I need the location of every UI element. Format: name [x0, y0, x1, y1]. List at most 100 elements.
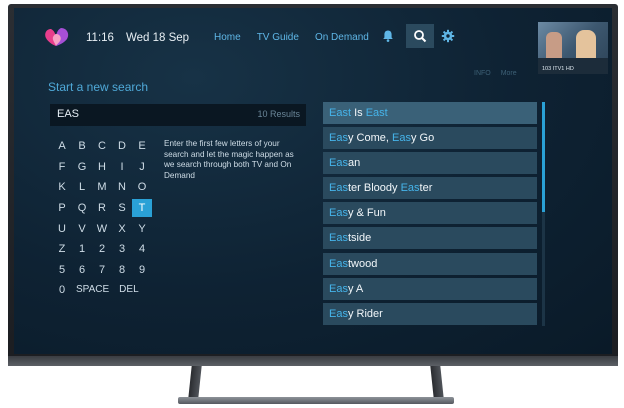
result-text: y & Fun	[347, 207, 386, 220]
key-1[interactable]: 1	[72, 240, 92, 258]
key-3[interactable]: 3	[112, 240, 132, 258]
key-q[interactable]: Q	[72, 199, 92, 217]
info-label[interactable]: INFO	[474, 70, 491, 77]
live-tv-preview[interactable]: 103 ITV1 HD	[538, 22, 608, 74]
key-a[interactable]: A	[52, 137, 72, 155]
scroll-thumb[interactable]	[542, 102, 545, 212]
result-item[interactable]: Easy & Fun	[323, 202, 537, 225]
key-i[interactable]: I	[112, 158, 132, 176]
preview-presenter-left	[546, 32, 562, 60]
stand-leg-right	[430, 366, 444, 398]
result-match-text: Eas	[391, 132, 411, 145]
result-text: y Come,	[347, 132, 392, 145]
key-x[interactable]: X	[112, 220, 132, 238]
result-item[interactable]: Easter Bloody Easter	[323, 177, 537, 200]
result-item[interactable]: Easy A	[323, 277, 537, 300]
tv-chin	[8, 356, 618, 366]
preview-channel-label: 103 ITV1 HD	[542, 66, 574, 72]
key-8[interactable]: 8	[112, 261, 132, 279]
result-match-text: Eas	[329, 132, 348, 145]
preview-presenter-right	[576, 30, 596, 60]
key-d[interactable]: D	[112, 137, 132, 155]
result-text: y A	[347, 282, 364, 295]
search-icon	[414, 30, 427, 43]
key-c[interactable]: C	[92, 137, 112, 155]
key-y[interactable]: Y	[132, 220, 152, 238]
result-match-text: East	[365, 107, 388, 119]
search-input[interactable]: EAS 10 Results	[50, 104, 306, 126]
key-0[interactable]: 0	[52, 281, 72, 299]
result-text: ter	[419, 182, 433, 195]
key-u[interactable]: U	[52, 220, 72, 238]
nav-home[interactable]: Home	[214, 32, 241, 43]
key-z[interactable]: Z	[52, 240, 72, 258]
key-del[interactable]: DEL	[115, 281, 144, 299]
result-item[interactable]: Easan	[323, 152, 537, 175]
nav-tv-guide[interactable]: TV Guide	[257, 32, 299, 43]
result-text: y Rider	[347, 307, 383, 320]
key-9[interactable]: 9	[132, 261, 152, 279]
key-v[interactable]: V	[72, 220, 92, 238]
key-l[interactable]: L	[72, 178, 92, 196]
result-match-text: Eas	[400, 182, 420, 195]
on-screen-keyboard: A B C D E F G H I J K L M N O P Q R S T U V W X Y Z 1 2 3 4 5 6 7 8 9 0 SPAC…	[52, 136, 182, 301]
keyboard-row: KLMNO	[52, 177, 182, 198]
key-6[interactable]: 6	[72, 261, 92, 279]
result-match-text: Eas	[329, 257, 348, 270]
key-o[interactable]: O	[132, 178, 152, 196]
key-p[interactable]: P	[52, 199, 72, 217]
key-h[interactable]: H	[92, 158, 112, 176]
key-space[interactable]: SPACE	[72, 281, 115, 299]
result-item[interactable]: Eastside	[323, 227, 537, 250]
result-item[interactable]: Easy Rider	[323, 302, 537, 325]
stand-base	[178, 397, 454, 404]
more-label[interactable]: More	[501, 70, 517, 77]
result-match-text: East	[329, 107, 352, 119]
key-n[interactable]: N	[112, 178, 132, 196]
search-title: Start a new search	[48, 80, 149, 94]
result-text: y Go	[410, 132, 435, 145]
key-g[interactable]: G	[72, 158, 92, 176]
keyboard-row: UVWXY	[52, 218, 182, 239]
result-match-text: Eas	[329, 307, 348, 320]
key-t[interactable]: T	[132, 199, 152, 218]
result-text: twood	[347, 257, 378, 270]
key-j[interactable]: J	[132, 158, 152, 176]
search-query: EAS	[57, 108, 80, 120]
result-text: Is	[351, 107, 366, 119]
search-hint: Enter the first few letters of your sear…	[164, 139, 294, 180]
key-s[interactable]: S	[112, 199, 132, 217]
key-4[interactable]: 4	[132, 240, 152, 258]
key-r[interactable]: R	[92, 199, 112, 217]
results-list: East Is East Easy Come, Easy Go Easan Easte…	[323, 102, 537, 328]
result-match-text: Eas	[329, 182, 348, 195]
key-k[interactable]: K	[52, 178, 72, 196]
nav-on-demand[interactable]: On Demand	[315, 32, 369, 43]
result-match-text: Eas	[329, 282, 348, 295]
key-e[interactable]: E	[132, 137, 152, 155]
top-bar: 11:16 Wed 18 Sep Home TV Guide On Demand	[14, 8, 612, 62]
result-item[interactable]: Easy Come, Easy Go	[323, 127, 537, 150]
result-item[interactable]: East Is East	[323, 102, 537, 124]
keyboard-row: Z1234	[52, 239, 182, 260]
main-nav: Home TV Guide On Demand	[214, 32, 385, 43]
key-w[interactable]: W	[92, 220, 112, 238]
brand-logo-icon	[45, 28, 69, 46]
keyboard-row: 56789	[52, 260, 182, 281]
result-text: tside	[347, 232, 372, 245]
key-7[interactable]: 7	[92, 261, 112, 279]
key-f[interactable]: F	[52, 158, 72, 176]
bell-icon[interactable]	[380, 28, 396, 44]
result-item[interactable]: Eastwood	[323, 252, 537, 275]
tv-screen: 11:16 Wed 18 Sep Home TV Guide On Demand	[14, 8, 612, 354]
key-5[interactable]: 5	[52, 261, 72, 279]
result-count: 10 Results	[257, 109, 300, 119]
keyboard-row: PQRST	[52, 198, 182, 219]
result-match-text: Eas	[329, 157, 348, 170]
search-button[interactable]	[406, 24, 434, 48]
key-2[interactable]: 2	[92, 240, 112, 258]
key-m[interactable]: M	[92, 178, 112, 196]
key-b[interactable]: B	[72, 137, 92, 155]
gear-icon[interactable]	[440, 28, 456, 44]
results-scrollbar[interactable]	[542, 102, 545, 326]
